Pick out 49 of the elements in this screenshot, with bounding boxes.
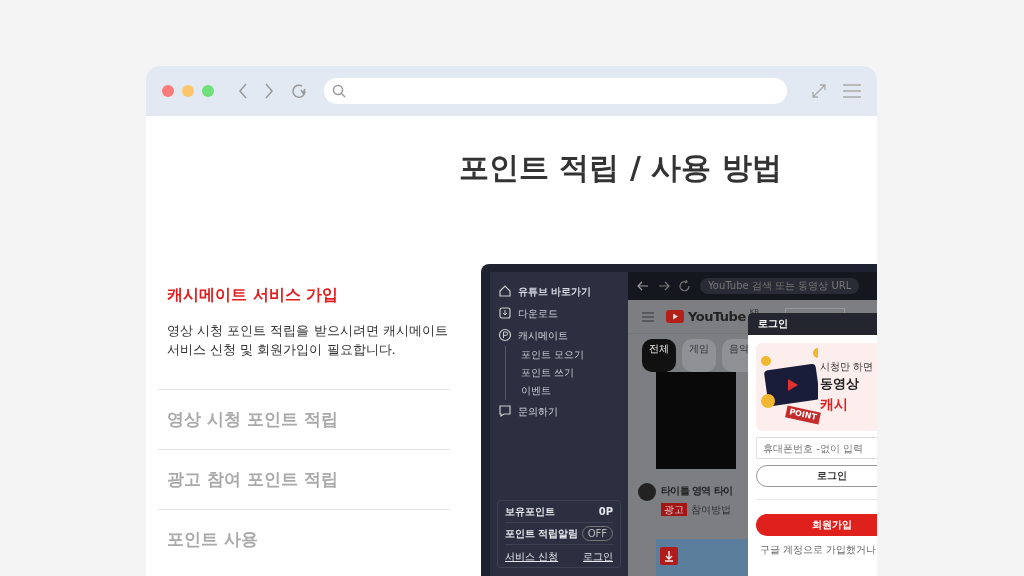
banner-heading: 동영상	[820, 375, 860, 394]
step-description: 영상 시청 포인트 적립을 받으시려면 캐시메이트 서비스 신청 및 회원가입이 필요합니다.	[167, 322, 449, 359]
sidebar-subitem[interactable]: 포인트 모으기	[521, 346, 628, 364]
filter-chip[interactable]: 전체	[642, 339, 676, 372]
channel-avatar	[638, 483, 656, 501]
sidebar-subitem[interactable]: 포인트 쓰기	[521, 364, 628, 382]
sidebar-item[interactable]: 문의하기	[498, 400, 628, 422]
page-title: 포인트 적립 / 사용 방법	[459, 149, 783, 187]
video-title[interactable]: 타이틀 영역 타이	[661, 483, 733, 498]
sidebar-item[interactable]: 유튜브 바로가기	[498, 280, 628, 302]
reload-icon[interactable]	[679, 280, 691, 292]
forward-arrow-icon[interactable]	[658, 280, 670, 292]
points-label: 보유포인트	[505, 505, 555, 519]
filter-chip[interactable]: 게임	[682, 339, 716, 372]
banner-text: 시청만 하면	[820, 360, 874, 375]
reload-icon[interactable]	[290, 82, 308, 100]
house-icon	[498, 284, 512, 298]
minimize-window-dot[interactable]	[182, 85, 194, 97]
login-button[interactable]: 로그인	[756, 465, 877, 487]
logo-text: YouTube	[688, 307, 746, 326]
dialog-title: 로그인	[748, 313, 877, 335]
banner-heading: 캐시	[820, 394, 849, 414]
menu-icon[interactable]	[642, 311, 654, 322]
forward-icon[interactable]	[264, 83, 274, 99]
step-title[interactable]: 캐시메이트 서비스 가입	[167, 283, 450, 307]
signup-button[interactable]: 회원가입	[756, 514, 877, 536]
video-meta: 참여방법	[691, 503, 731, 517]
close-window-dot[interactable]	[162, 85, 174, 97]
phone-field[interactable]: 휴대폰번호 -없이 입력	[756, 437, 877, 459]
expand-icon[interactable]	[811, 83, 827, 99]
play-logo-icon	[666, 310, 684, 323]
menu-icon[interactable]	[843, 84, 861, 98]
sidebar-item[interactable]: 다운로드	[498, 302, 628, 324]
speech-bubble-icon	[498, 404, 512, 418]
link[interactable]: 로그인	[583, 548, 613, 564]
sidebar-subitem[interactable]: 이벤트	[521, 382, 628, 400]
letter-p-circle-icon	[498, 328, 512, 342]
notice-text: 구글 계정으로 가입했거나	[760, 543, 877, 557]
ad-badge: 광고	[661, 503, 687, 516]
sidebar-item[interactable]: 캐시메이트	[498, 324, 628, 346]
back-arrow-icon[interactable]	[637, 280, 649, 292]
video-thumbnail[interactable]	[656, 372, 736, 469]
alert-label: 포인트 적립알림	[505, 527, 579, 541]
maximize-window-dot[interactable]	[202, 85, 214, 97]
link[interactable]: 서비스 신청	[505, 548, 559, 564]
download-icon[interactable]	[660, 546, 678, 565]
download-icon	[498, 306, 512, 320]
back-icon[interactable]	[238, 83, 248, 99]
points-value: 0P	[598, 505, 613, 519]
